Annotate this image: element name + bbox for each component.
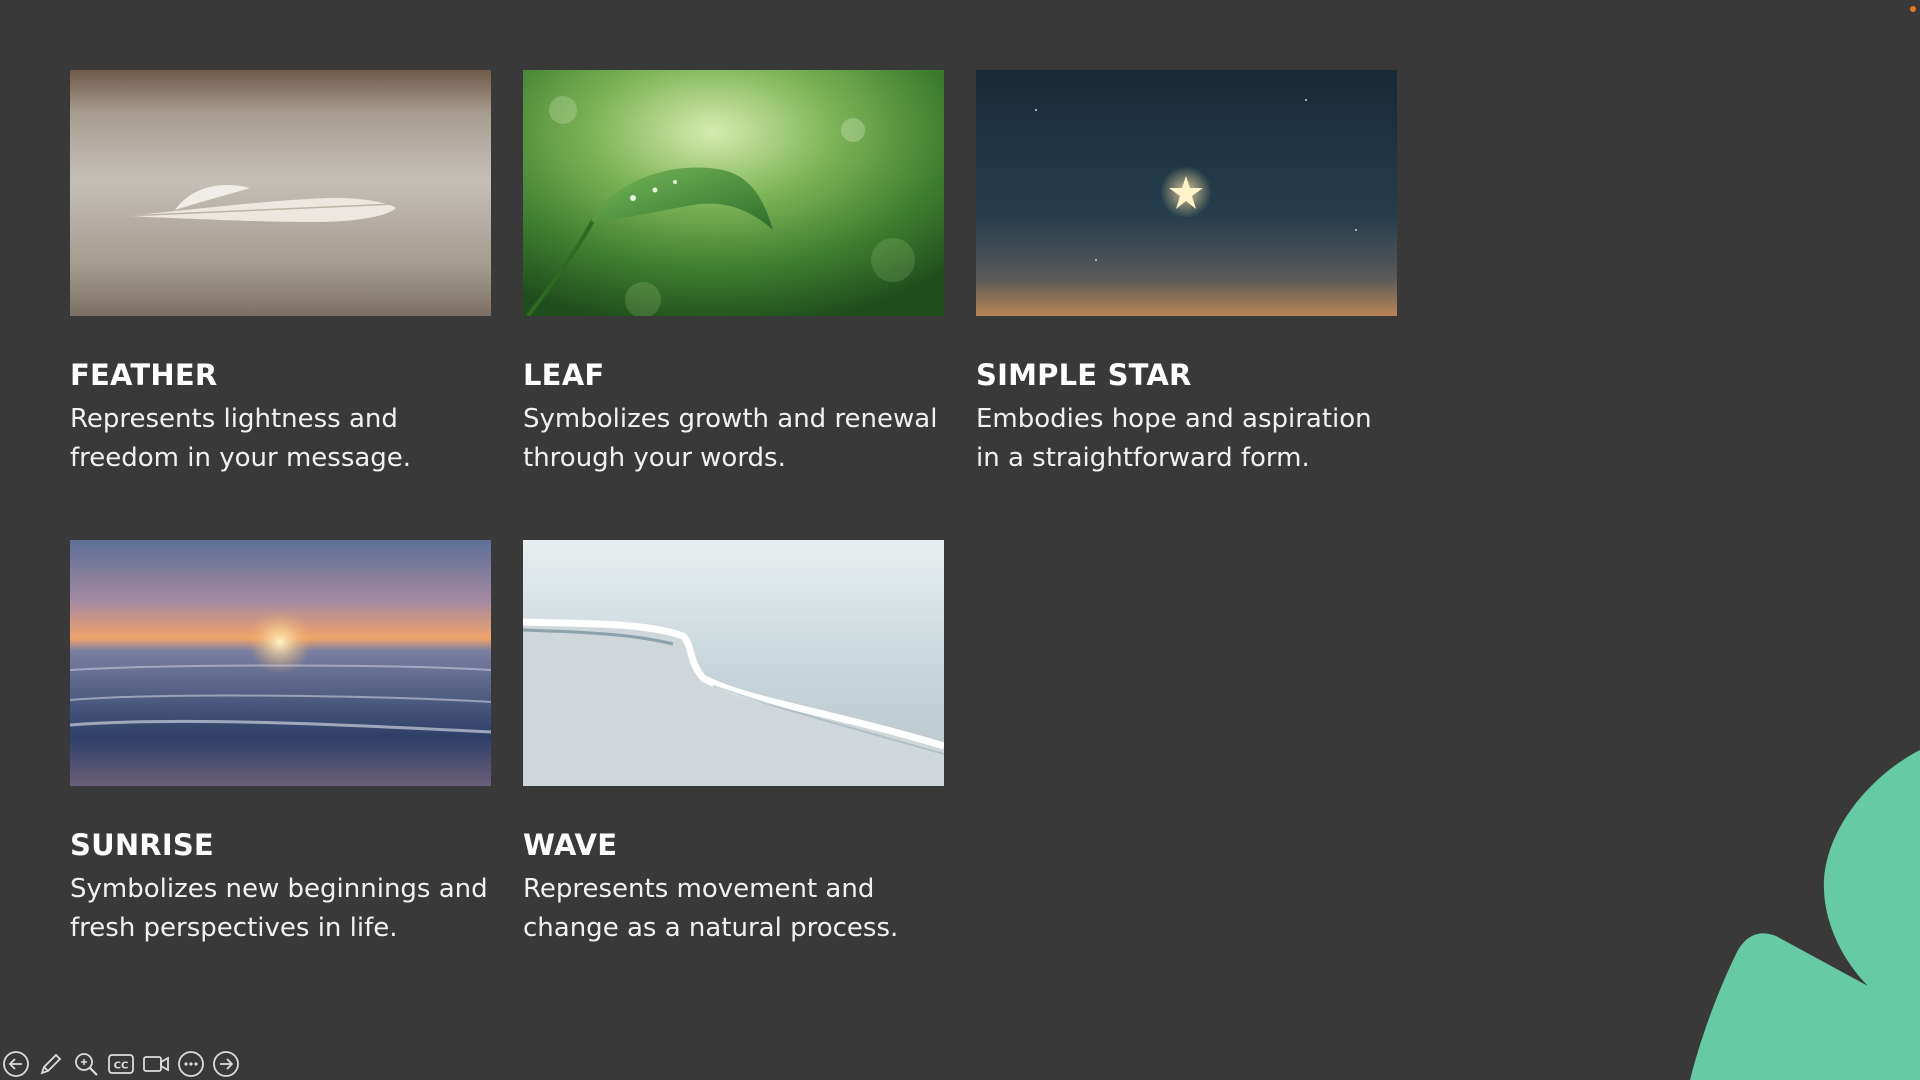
more-options-icon <box>178 1051 204 1077</box>
previous-slide-button[interactable] <box>2 1050 30 1078</box>
card-leaf: LEAF Symbolizes growth and renewal throu… <box>523 70 944 478</box>
next-slide-icon <box>213 1051 239 1077</box>
card-description: Represents movement and change as a natu… <box>523 874 899 943</box>
card-title: SIMPLE STAR <box>976 358 1192 392</box>
pen-icon <box>40 1053 62 1075</box>
presenter-toolbar: CC <box>2 1048 240 1080</box>
card-description: Embodies hope and aspiration in a straig… <box>976 404 1372 473</box>
card-sunrise: SUNRISE Symbolizes new beginnings and fr… <box>70 540 491 948</box>
pen-tool-button[interactable] <box>37 1050 65 1078</box>
leaf-image <box>523 70 944 316</box>
recording-indicator <box>1910 6 1916 12</box>
closed-captions-button[interactable]: CC <box>107 1050 135 1078</box>
zoom-icon <box>75 1053 98 1076</box>
sunrise-image <box>70 540 491 786</box>
card-simple-star: SIMPLE STAR Embodies hope and aspiration… <box>976 70 1397 478</box>
card-description: Symbolizes growth and renewal through yo… <box>523 404 938 473</box>
card-wave: WAVE Represents movement and change as a… <box>523 540 944 948</box>
wave-image <box>523 540 944 786</box>
card-description: Represents lightness and freedom in your… <box>70 404 412 473</box>
closed-captions-icon: CC <box>108 1054 134 1074</box>
feather-image <box>70 70 491 316</box>
card-feather: FEATHER Represents lightness and freedom… <box>70 70 491 478</box>
star-image <box>976 70 1397 316</box>
card-title: FEATHER <box>70 358 218 392</box>
video-icon <box>143 1056 169 1072</box>
next-slide-button[interactable] <box>212 1050 240 1078</box>
video-button[interactable] <box>142 1050 170 1078</box>
zoom-button[interactable] <box>72 1050 100 1078</box>
previous-slide-icon <box>3 1051 29 1077</box>
presentation-slide: FEATHER Represents lightness and freedom… <box>0 0 1920 1080</box>
card-title: WAVE <box>523 828 618 862</box>
card-title: SUNRISE <box>70 828 214 862</box>
captions-label: CC <box>114 1061 129 1072</box>
card-description: Symbolizes new beginnings and fresh pers… <box>70 874 488 943</box>
decorative-green-shape <box>1690 750 1920 1080</box>
more-options-button[interactable] <box>177 1050 205 1078</box>
card-title: LEAF <box>523 358 605 392</box>
